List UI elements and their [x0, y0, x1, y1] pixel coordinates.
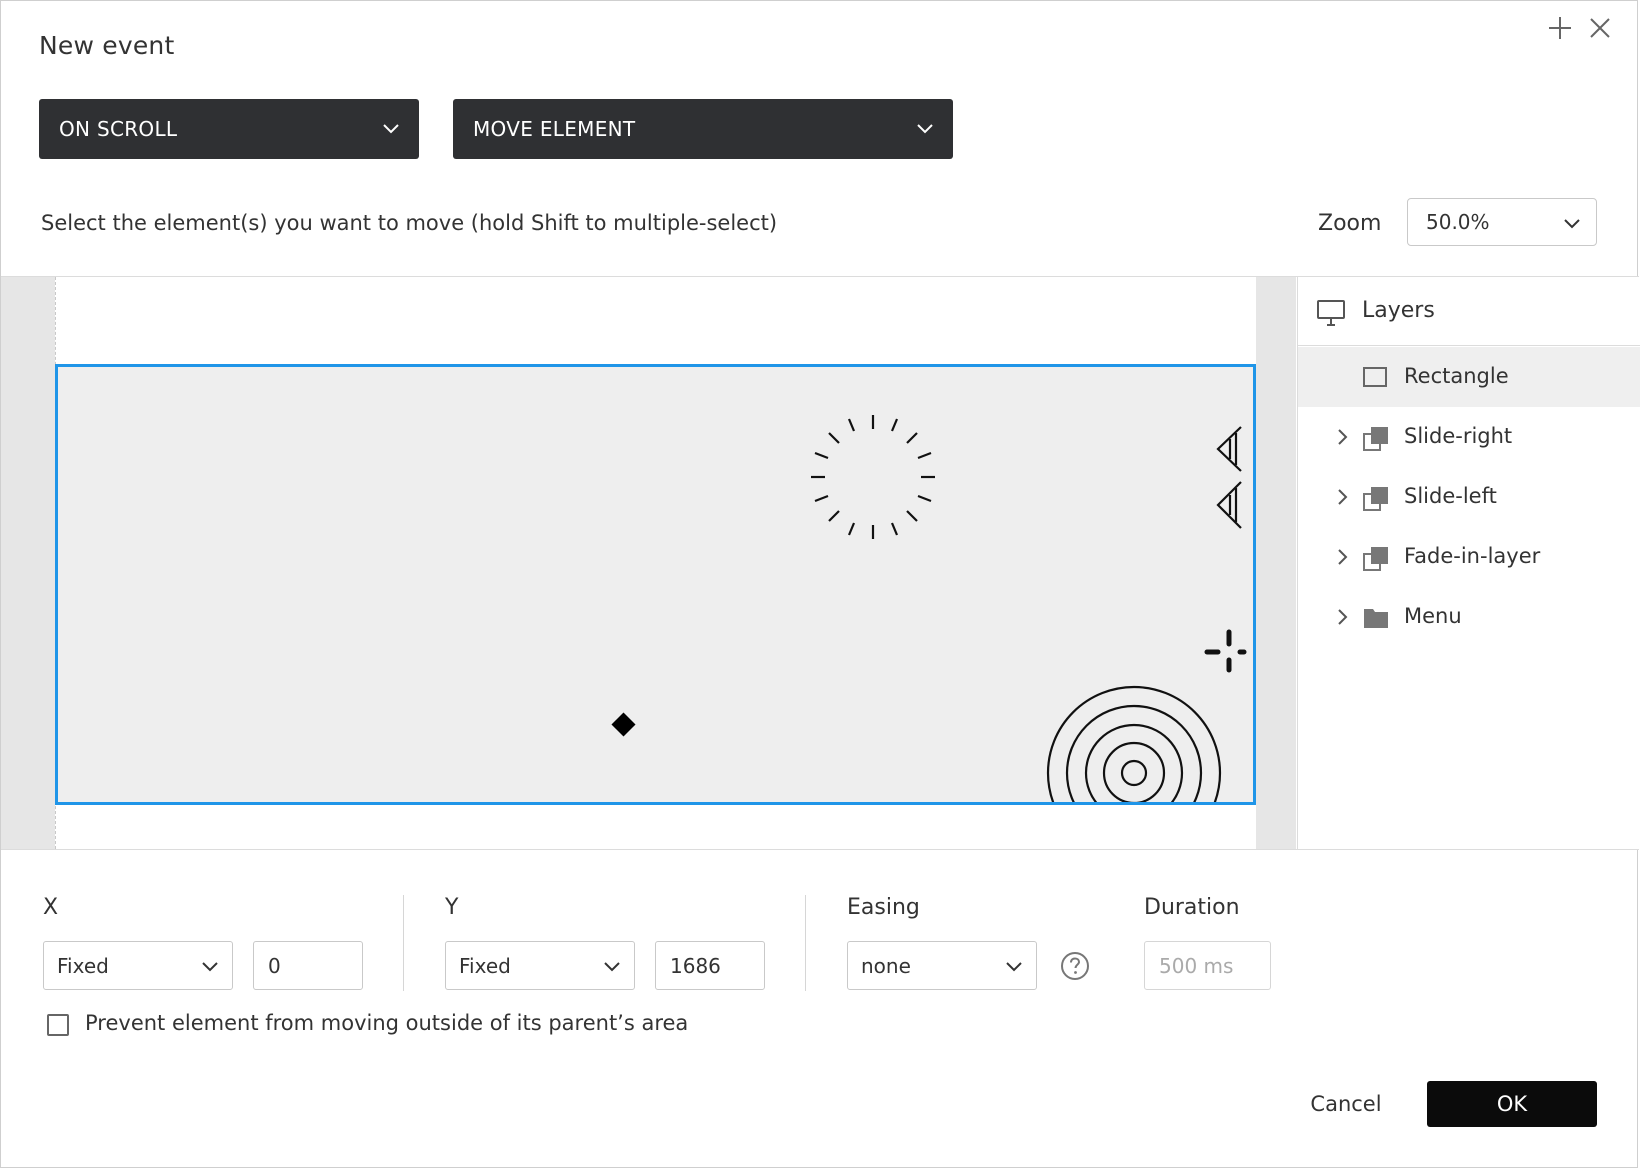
sparkle-shape [1204, 629, 1247, 673]
monitor-icon [1316, 299, 1346, 331]
zoom-label: Zoom [1318, 211, 1382, 236]
chevron-down-icon [381, 118, 401, 143]
separator [403, 895, 404, 991]
cancel-button[interactable]: Cancel [1293, 1081, 1399, 1127]
x-value: 0 [268, 953, 281, 978]
layers-panel: Layers Rectangle Slide-right Slide-left … [1297, 277, 1640, 849]
rectangle-icon [1362, 365, 1388, 393]
chevron-right-icon[interactable] [1336, 547, 1350, 571]
x-mode-select[interactable]: Fixed [43, 941, 233, 990]
canvas-artwork [611, 415, 1247, 802]
easing-value: none [861, 953, 911, 978]
dialog-window-controls [1545, 13, 1615, 43]
easing-select[interactable]: none [847, 941, 1037, 990]
chevron-right-icon[interactable] [1336, 607, 1350, 631]
y-mode-select[interactable]: Fixed [445, 941, 635, 990]
layers-title: Layers [1362, 298, 1435, 323]
layer-name: Menu [1404, 604, 1462, 628]
layer-item-menu[interactable]: Menu [1298, 587, 1640, 647]
instruction-text: Select the element(s) you want to move (… [41, 211, 778, 235]
layer-item-rectangle[interactable]: Rectangle [1298, 347, 1640, 407]
group-icon [1362, 545, 1390, 577]
help-icon[interactable] [1060, 951, 1090, 985]
separator [805, 895, 806, 991]
plus-icon[interactable] [1545, 13, 1575, 43]
prevent-outside-label: Prevent element from moving outside of i… [85, 1011, 689, 1035]
layer-name: Fade-in-layer [1404, 544, 1541, 568]
y-value-input[interactable]: 1686 [655, 941, 765, 990]
layer-name: Slide-right [1404, 424, 1513, 448]
group-icon [1362, 485, 1390, 517]
prevent-outside-checkbox[interactable] [47, 1014, 69, 1036]
y-label: Y [445, 895, 459, 920]
chevron-down-icon [602, 956, 622, 981]
y-value: 1686 [670, 953, 721, 978]
trigger-dropdown-value: ON SCROLL [59, 117, 178, 141]
zoom-value: 50.0% [1426, 210, 1490, 234]
group-icon [1362, 425, 1390, 457]
chevron-down-icon [200, 956, 220, 981]
layer-item-fade-in-layer[interactable]: Fade-in-layer [1298, 527, 1640, 587]
close-icon[interactable] [1585, 13, 1615, 43]
diamond-shape [611, 712, 636, 737]
chevron-down-icon [1004, 956, 1024, 981]
chevron-down-icon [915, 118, 935, 143]
striped-triangles-shape [1216, 426, 1242, 529]
action-dropdown-value: MOVE ELEMENT [473, 117, 636, 141]
chevron-right-icon[interactable] [1336, 487, 1350, 511]
selected-rectangle-element[interactable] [55, 364, 1256, 805]
x-mode-value: Fixed [57, 953, 109, 978]
trigger-dropdown[interactable]: ON SCROLL [39, 99, 419, 159]
duration-label: Duration [1144, 895, 1240, 920]
action-dropdown[interactable]: MOVE ELEMENT [453, 99, 953, 159]
chevron-down-icon [1562, 213, 1582, 238]
easing-label: Easing [847, 895, 920, 920]
layer-item-slide-right[interactable]: Slide-right [1298, 407, 1640, 467]
layers-header: Layers [1298, 277, 1640, 346]
sunburst-shape [811, 415, 935, 539]
y-mode-value: Fixed [459, 953, 511, 978]
layer-item-slide-left[interactable]: Slide-left [1298, 467, 1640, 527]
duration-placeholder: 500 ms [1159, 953, 1234, 978]
ok-button[interactable]: OK [1427, 1081, 1597, 1127]
chevron-right-icon[interactable] [1336, 427, 1350, 451]
dialog-title: New event [39, 31, 175, 60]
layer-name: Slide-left [1404, 484, 1497, 508]
x-value-input[interactable]: 0 [253, 941, 363, 990]
canvas-preview[interactable] [1, 277, 1296, 849]
concentric-circles-shape [1046, 685, 1222, 802]
divider [1, 849, 1639, 850]
duration-input[interactable]: 500 ms [1144, 941, 1271, 990]
folder-icon [1362, 605, 1390, 635]
zoom-select[interactable]: 50.0% [1407, 198, 1597, 246]
new-event-dialog: New event ON SCROLL MOVE ELEMENT Select … [0, 0, 1640, 1168]
x-label: X [43, 895, 59, 920]
layer-name: Rectangle [1404, 364, 1509, 388]
